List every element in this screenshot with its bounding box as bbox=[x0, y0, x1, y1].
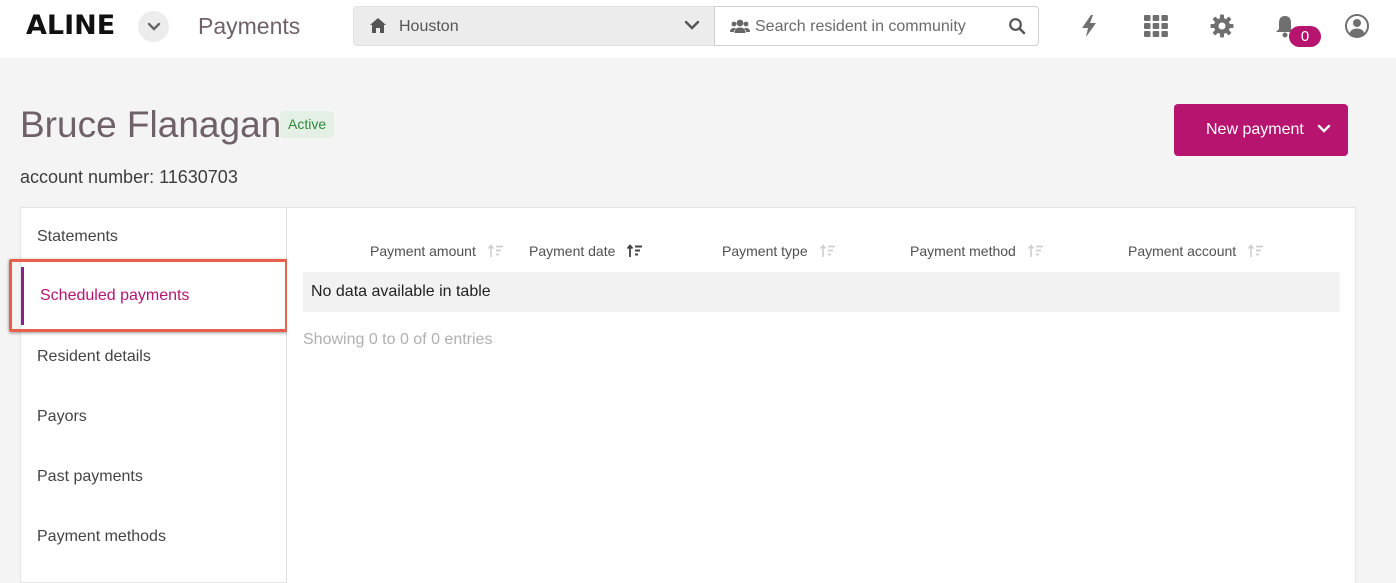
column-header-payment-method[interactable]: Payment method bbox=[910, 243, 1044, 259]
gear-icon bbox=[1210, 14, 1234, 38]
column-header-payment-account[interactable]: Payment account bbox=[1128, 243, 1264, 259]
resident-sidebar: Statements Scheduled payments Resident d… bbox=[20, 207, 287, 583]
column-header-payment-date[interactable]: Payment date bbox=[529, 243, 643, 259]
page-title: Payments bbox=[198, 13, 301, 39]
user-menu-button[interactable] bbox=[1344, 13, 1370, 39]
settings-button[interactable] bbox=[1209, 13, 1235, 39]
new-payment-button[interactable]: New payment bbox=[1174, 104, 1348, 156]
sidebar-item-resident-details[interactable]: Resident details bbox=[21, 328, 286, 386]
community-select-value: Houston bbox=[399, 18, 459, 35]
column-header-payment-amount[interactable]: Payment amount bbox=[370, 243, 504, 259]
resident-name: Bruce Flanagan bbox=[20, 104, 282, 145]
account-number: account number: 11630703 bbox=[20, 167, 238, 187]
status-badge: Active bbox=[280, 111, 335, 138]
search-input[interactable] bbox=[755, 15, 1005, 39]
sort-icon bbox=[819, 244, 835, 257]
grid-icon bbox=[1144, 15, 1168, 37]
lightning-bolt-icon bbox=[1082, 15, 1096, 37]
home-icon bbox=[370, 18, 386, 33]
top-navbar: ALINE Payments Houston Search resident i… bbox=[0, 0, 1396, 58]
app-switcher-button[interactable] bbox=[138, 11, 169, 42]
users-icon bbox=[730, 19, 750, 33]
sidebar-item-past-payments[interactable]: Past payments bbox=[21, 448, 286, 506]
sidebar-item-scheduled-payments[interactable]: Scheduled payments bbox=[21, 267, 286, 325]
sort-icon bbox=[487, 244, 503, 257]
quick-actions-button[interactable] bbox=[1076, 13, 1102, 39]
sort-icon bbox=[1248, 244, 1264, 257]
table-info: Showing 0 to 0 of 0 entries bbox=[303, 331, 493, 348]
chevron-down-icon bbox=[147, 22, 160, 31]
notification-count-badge: 0 bbox=[1289, 26, 1321, 47]
new-payment-label: New payment bbox=[1206, 121, 1304, 138]
sort-ascending-icon bbox=[627, 244, 643, 257]
resident-search bbox=[714, 6, 1039, 46]
sidebar-item-statements[interactable]: Statements bbox=[21, 208, 286, 266]
sidebar-item-payors[interactable]: Payors bbox=[21, 388, 286, 446]
scheduled-payments-panel: Payment amount Payment date Payment type… bbox=[287, 207, 1356, 583]
aline-logo[interactable]: ALINE bbox=[26, 10, 115, 41]
sidebar-item-payment-methods[interactable]: Payment methods bbox=[21, 508, 286, 566]
column-header-payment-type[interactable]: Payment type bbox=[722, 243, 836, 259]
search-icon[interactable] bbox=[1008, 17, 1026, 35]
community-select[interactable]: Houston bbox=[353, 6, 714, 46]
table-empty-row: No data available in table bbox=[303, 272, 1340, 312]
chevron-down-icon bbox=[684, 20, 700, 30]
apps-grid-button[interactable] bbox=[1143, 13, 1169, 39]
sort-icon bbox=[1027, 244, 1043, 257]
chevron-down-icon bbox=[1317, 124, 1331, 133]
user-circle-icon bbox=[1345, 14, 1369, 38]
